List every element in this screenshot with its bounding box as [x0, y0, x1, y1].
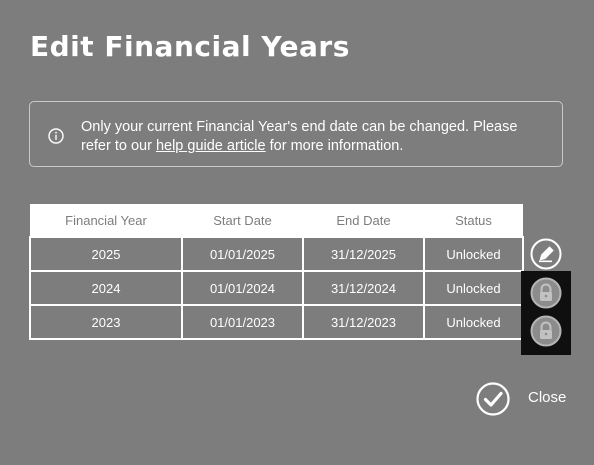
- checkmark-circle-icon[interactable]: [476, 382, 510, 416]
- table-row: 2024 01/01/2024 31/12/2024 Unlocked: [29, 270, 524, 306]
- help-guide-link[interactable]: help guide article: [156, 138, 266, 154]
- info-icon: [48, 128, 64, 144]
- cell-end-date: 31/12/2023: [302, 304, 425, 340]
- info-notice: Only your current Financial Year's end d…: [29, 101, 563, 167]
- cell-year: 2025: [29, 236, 183, 272]
- financial-years-table: Financial Year Start Date End Date Statu…: [29, 204, 524, 340]
- table-row: 2025 01/01/2025 31/12/2025 Unlocked: [29, 236, 524, 272]
- edit-icon[interactable]: [530, 238, 562, 270]
- cell-year: 2024: [29, 270, 183, 306]
- header-start-date: Start Date: [182, 204, 303, 237]
- header-status: Status: [424, 204, 523, 237]
- cell-start-date: 01/01/2025: [181, 236, 304, 272]
- cell-end-date: 31/12/2024: [302, 270, 425, 306]
- cell-status: Unlocked: [423, 236, 524, 272]
- close-label[interactable]: Close: [528, 389, 566, 406]
- cell-start-date: 01/01/2023: [181, 304, 304, 340]
- table-header-row: Financial Year Start Date End Date Statu…: [30, 204, 523, 237]
- cell-start-date: 01/01/2024: [181, 270, 304, 306]
- cell-status: Unlocked: [423, 270, 524, 306]
- lock-icon[interactable]: [530, 277, 562, 309]
- lock-actions-highlight: [521, 271, 571, 355]
- header-end-date: End Date: [303, 204, 424, 237]
- lock-icon[interactable]: [530, 315, 562, 347]
- cell-status: Unlocked: [423, 304, 524, 340]
- table-row: 2023 01/01/2023 31/12/2023 Unlocked: [29, 304, 524, 340]
- cell-end-date: 31/12/2025: [302, 236, 425, 272]
- info-text-after: for more information.: [265, 138, 404, 154]
- info-text: Only your current Financial Year's end d…: [81, 118, 551, 156]
- page-title: Edit Financial Years: [30, 30, 350, 63]
- header-financial-year: Financial Year: [30, 204, 182, 237]
- cell-year: 2023: [29, 304, 183, 340]
